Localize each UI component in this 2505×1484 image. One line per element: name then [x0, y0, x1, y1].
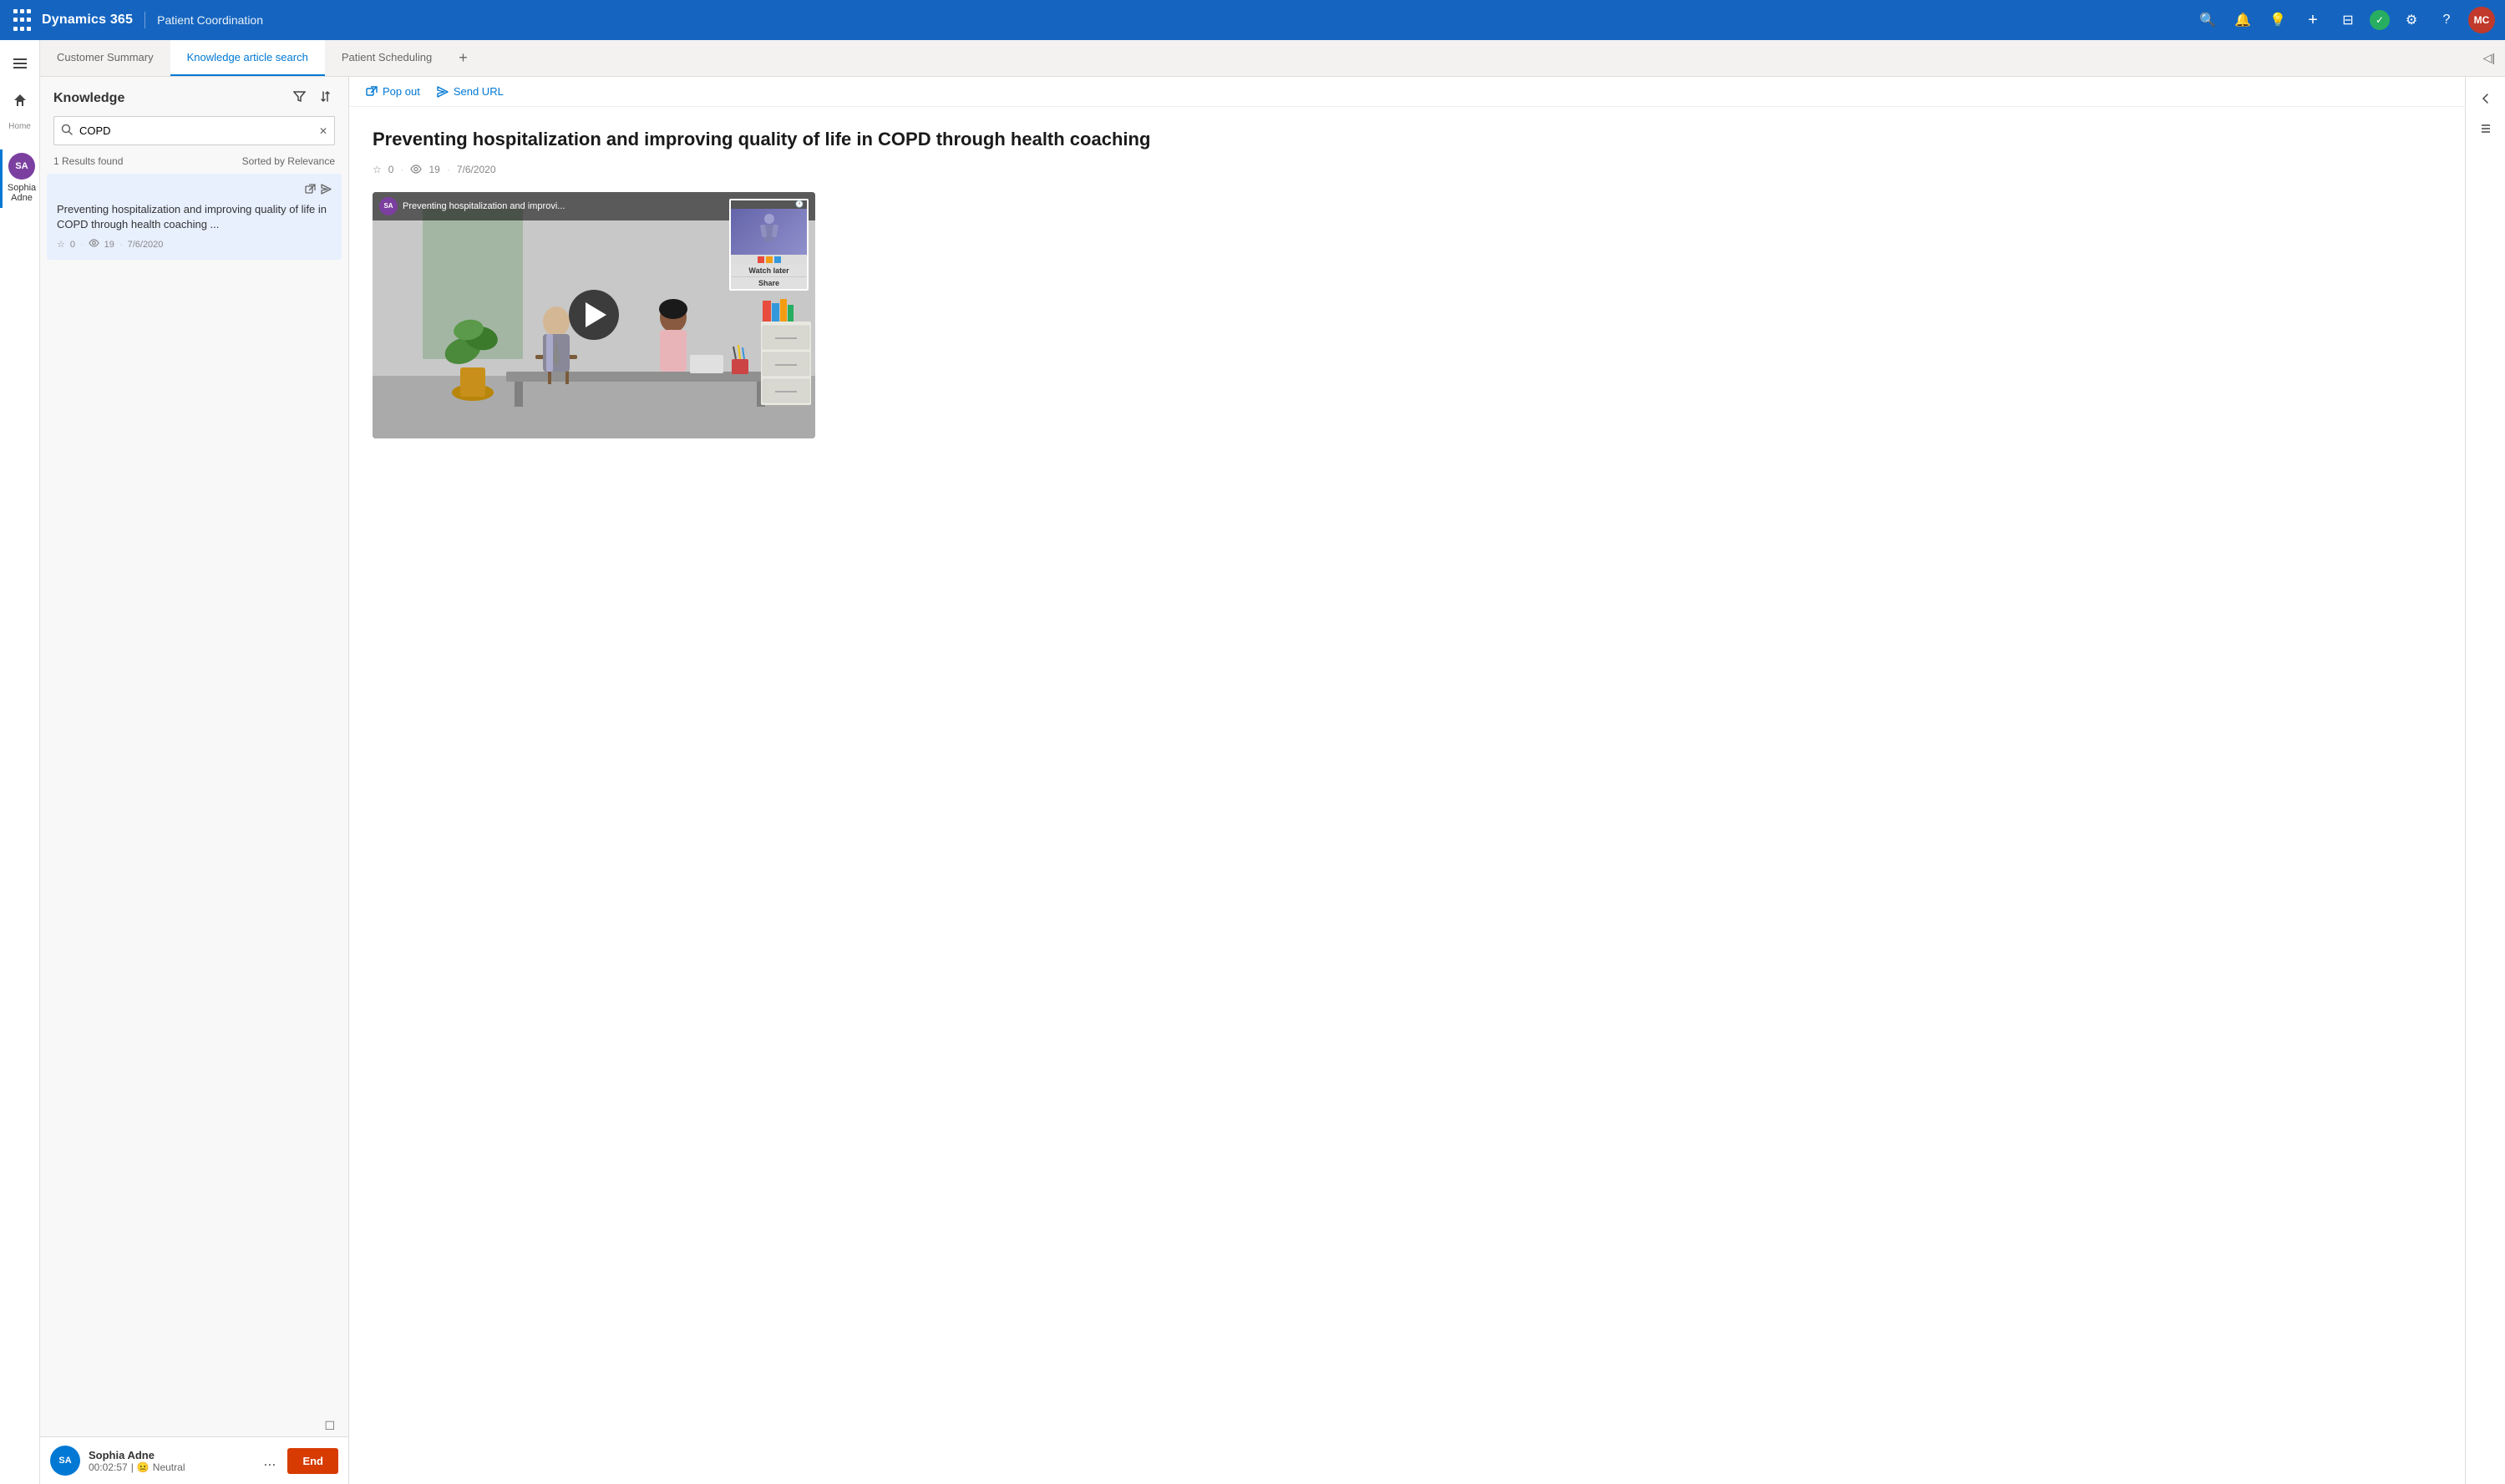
- collapse-right-icon[interactable]: [2471, 84, 2501, 114]
- top-navigation: Dynamics 365 Patient Coordination 🔍 🔔 💡 …: [0, 0, 2505, 40]
- knowledge-panel: Knowledge ✕: [40, 77, 349, 1484]
- video-title-text: Preventing hospitalization and improvi..…: [403, 201, 565, 211]
- video-play-button[interactable]: [569, 290, 619, 340]
- knowledge-item-link-icon[interactable]: [305, 184, 316, 197]
- article-content: Preventing hospitalization and improving…: [349, 107, 2465, 1484]
- article-views: 19: [428, 164, 439, 175]
- chat-info: Sophia Adne 00:02:57 | 😐 Neutral: [89, 1449, 251, 1473]
- article-date: 7/6/2020: [128, 240, 164, 250]
- chat-end-button[interactable]: End: [287, 1448, 338, 1474]
- watch-later-label[interactable]: Watch later: [731, 265, 807, 276]
- sidebar: Home SA Sophia Adne: [0, 40, 40, 1484]
- sentiment-icon: 😐: [137, 1461, 150, 1473]
- collapse-panel-button[interactable]: ◁|: [2473, 40, 2505, 76]
- video-channel-avatar: SA: [379, 197, 398, 215]
- home-label: Home: [8, 120, 31, 133]
- article-toolbar: Pop out Send URL: [349, 77, 2465, 107]
- sidebar-item-home[interactable]: [3, 84, 37, 117]
- knowledge-filter-icon[interactable]: [290, 87, 309, 109]
- knowledge-actions: [290, 87, 335, 109]
- right-side-panel: [2465, 77, 2505, 1484]
- send-url-button[interactable]: Send URL: [437, 85, 504, 98]
- waffle-menu[interactable]: [10, 8, 33, 32]
- sidebar-user-name: Sophia Adne: [4, 181, 39, 205]
- chat-duration: 00:02:57: [89, 1461, 128, 1473]
- article-date: 7/6/2020: [457, 164, 496, 175]
- app-module: Patient Coordination: [157, 13, 263, 27]
- knowledge-results: Preventing hospitalization and improving…: [40, 174, 348, 1416]
- sidebar-user-avatar: SA: [8, 153, 35, 180]
- thumbnail-figure: [757, 210, 782, 252]
- knowledge-sort-icon[interactable]: [316, 87, 335, 109]
- knowledge-item-meta: ☆ 0 · 19 · 7/6/2020: [57, 239, 332, 250]
- knowledge-search-bar: ✕: [53, 116, 335, 145]
- add-icon[interactable]: +: [2300, 7, 2326, 33]
- chat-maximize: ☐: [40, 1416, 348, 1436]
- tab-knowledge-article-search[interactable]: Knowledge article search: [170, 40, 325, 76]
- share-label[interactable]: Share: [731, 276, 807, 289]
- knowledge-item-title: Preventing hospitalization and improving…: [57, 202, 332, 232]
- sidebar-user-item[interactable]: SA Sophia Adne: [0, 149, 39, 208]
- knowledge-title: Knowledge: [53, 91, 124, 106]
- bell-icon[interactable]: 🔔: [2229, 7, 2256, 33]
- search-clear-button[interactable]: ✕: [312, 119, 334, 144]
- knowledge-item-actions: [57, 184, 332, 197]
- search-icon[interactable]: 🔍: [2194, 7, 2221, 33]
- search-input[interactable]: [79, 118, 312, 144]
- play-triangle: [586, 302, 606, 327]
- tab-customer-summary[interactable]: Customer Summary: [40, 40, 170, 76]
- article-eye-icon: [410, 165, 422, 174]
- popout-label: Pop out: [383, 85, 420, 98]
- search-inner-icon: [54, 117, 79, 144]
- chat-section: ☐ SA Sophia Adne 00:02:57 | 😐: [40, 1416, 348, 1484]
- lightbulb-icon[interactable]: 💡: [2264, 7, 2291, 33]
- article-meta: ☆ 0 · 19 · 7/6/2020: [373, 164, 2442, 175]
- sidebar-hamburger[interactable]: [3, 47, 37, 80]
- chat-agent-name: Sophia Adne: [89, 1449, 251, 1461]
- chat-more-options[interactable]: ...: [260, 1449, 279, 1473]
- article-rating: 0: [70, 240, 75, 250]
- send-url-label: Send URL: [454, 85, 504, 98]
- maximize-icon[interactable]: ☐: [324, 1419, 335, 1433]
- user-avatar[interactable]: MC: [2468, 7, 2495, 33]
- article-title: Preventing hospitalization and improving…: [373, 127, 2442, 152]
- popout-button[interactable]: Pop out: [366, 85, 420, 98]
- article-views: 19: [104, 240, 114, 250]
- star-icon: ☆: [57, 239, 65, 250]
- article-video[interactable]: SA Preventing hospitalization and improv…: [373, 192, 815, 438]
- article-star-icon: ☆: [373, 164, 382, 175]
- article-rating: 0: [388, 164, 394, 175]
- results-count: 1 Results found: [53, 155, 123, 167]
- filter-icon[interactable]: ⊟: [2335, 7, 2361, 33]
- app-brand: Dynamics 365: [42, 13, 133, 28]
- help-icon[interactable]: ?: [2433, 7, 2460, 33]
- chat-sentiment: Neutral: [153, 1461, 185, 1473]
- knowledge-item-send-icon[interactable]: [321, 184, 332, 197]
- video-side-thumbnail: 🕐: [729, 199, 809, 291]
- gear-icon[interactable]: ⚙: [2398, 7, 2425, 33]
- split-content: Knowledge ✕: [40, 77, 2505, 1484]
- article-panel: Pop out Send URL Preventing hospitalizat…: [349, 77, 2465, 1484]
- main-layout: Home SA Sophia Adne Customer Summary Kno…: [0, 40, 2505, 1484]
- chat-status: 00:02:57 | 😐 Neutral: [89, 1461, 251, 1473]
- checkmark-badge: ✓: [2370, 10, 2390, 30]
- search-meta: 1 Results found Sorted by Relevance: [40, 152, 348, 174]
- chat-row: SA Sophia Adne 00:02:57 | 😐 Neutral: [50, 1446, 338, 1476]
- eye-icon: [89, 239, 99, 250]
- add-tab-button[interactable]: +: [449, 40, 478, 76]
- chat-agent-avatar: SA: [50, 1446, 80, 1476]
- tab-patient-scheduling[interactable]: Patient Scheduling: [325, 40, 449, 76]
- tab-bar: Customer Summary Knowledge article searc…: [40, 40, 2505, 77]
- chat-bar: SA Sophia Adne 00:02:57 | 😐 Neutral: [40, 1436, 348, 1484]
- content-area: Customer Summary Knowledge article searc…: [40, 40, 2505, 1484]
- knowledge-header: Knowledge: [40, 77, 348, 116]
- knowledge-item[interactable]: Preventing hospitalization and improving…: [47, 174, 342, 260]
- sort-label: Sorted by Relevance: [242, 155, 335, 167]
- panel-list-icon[interactable]: [2471, 114, 2501, 144]
